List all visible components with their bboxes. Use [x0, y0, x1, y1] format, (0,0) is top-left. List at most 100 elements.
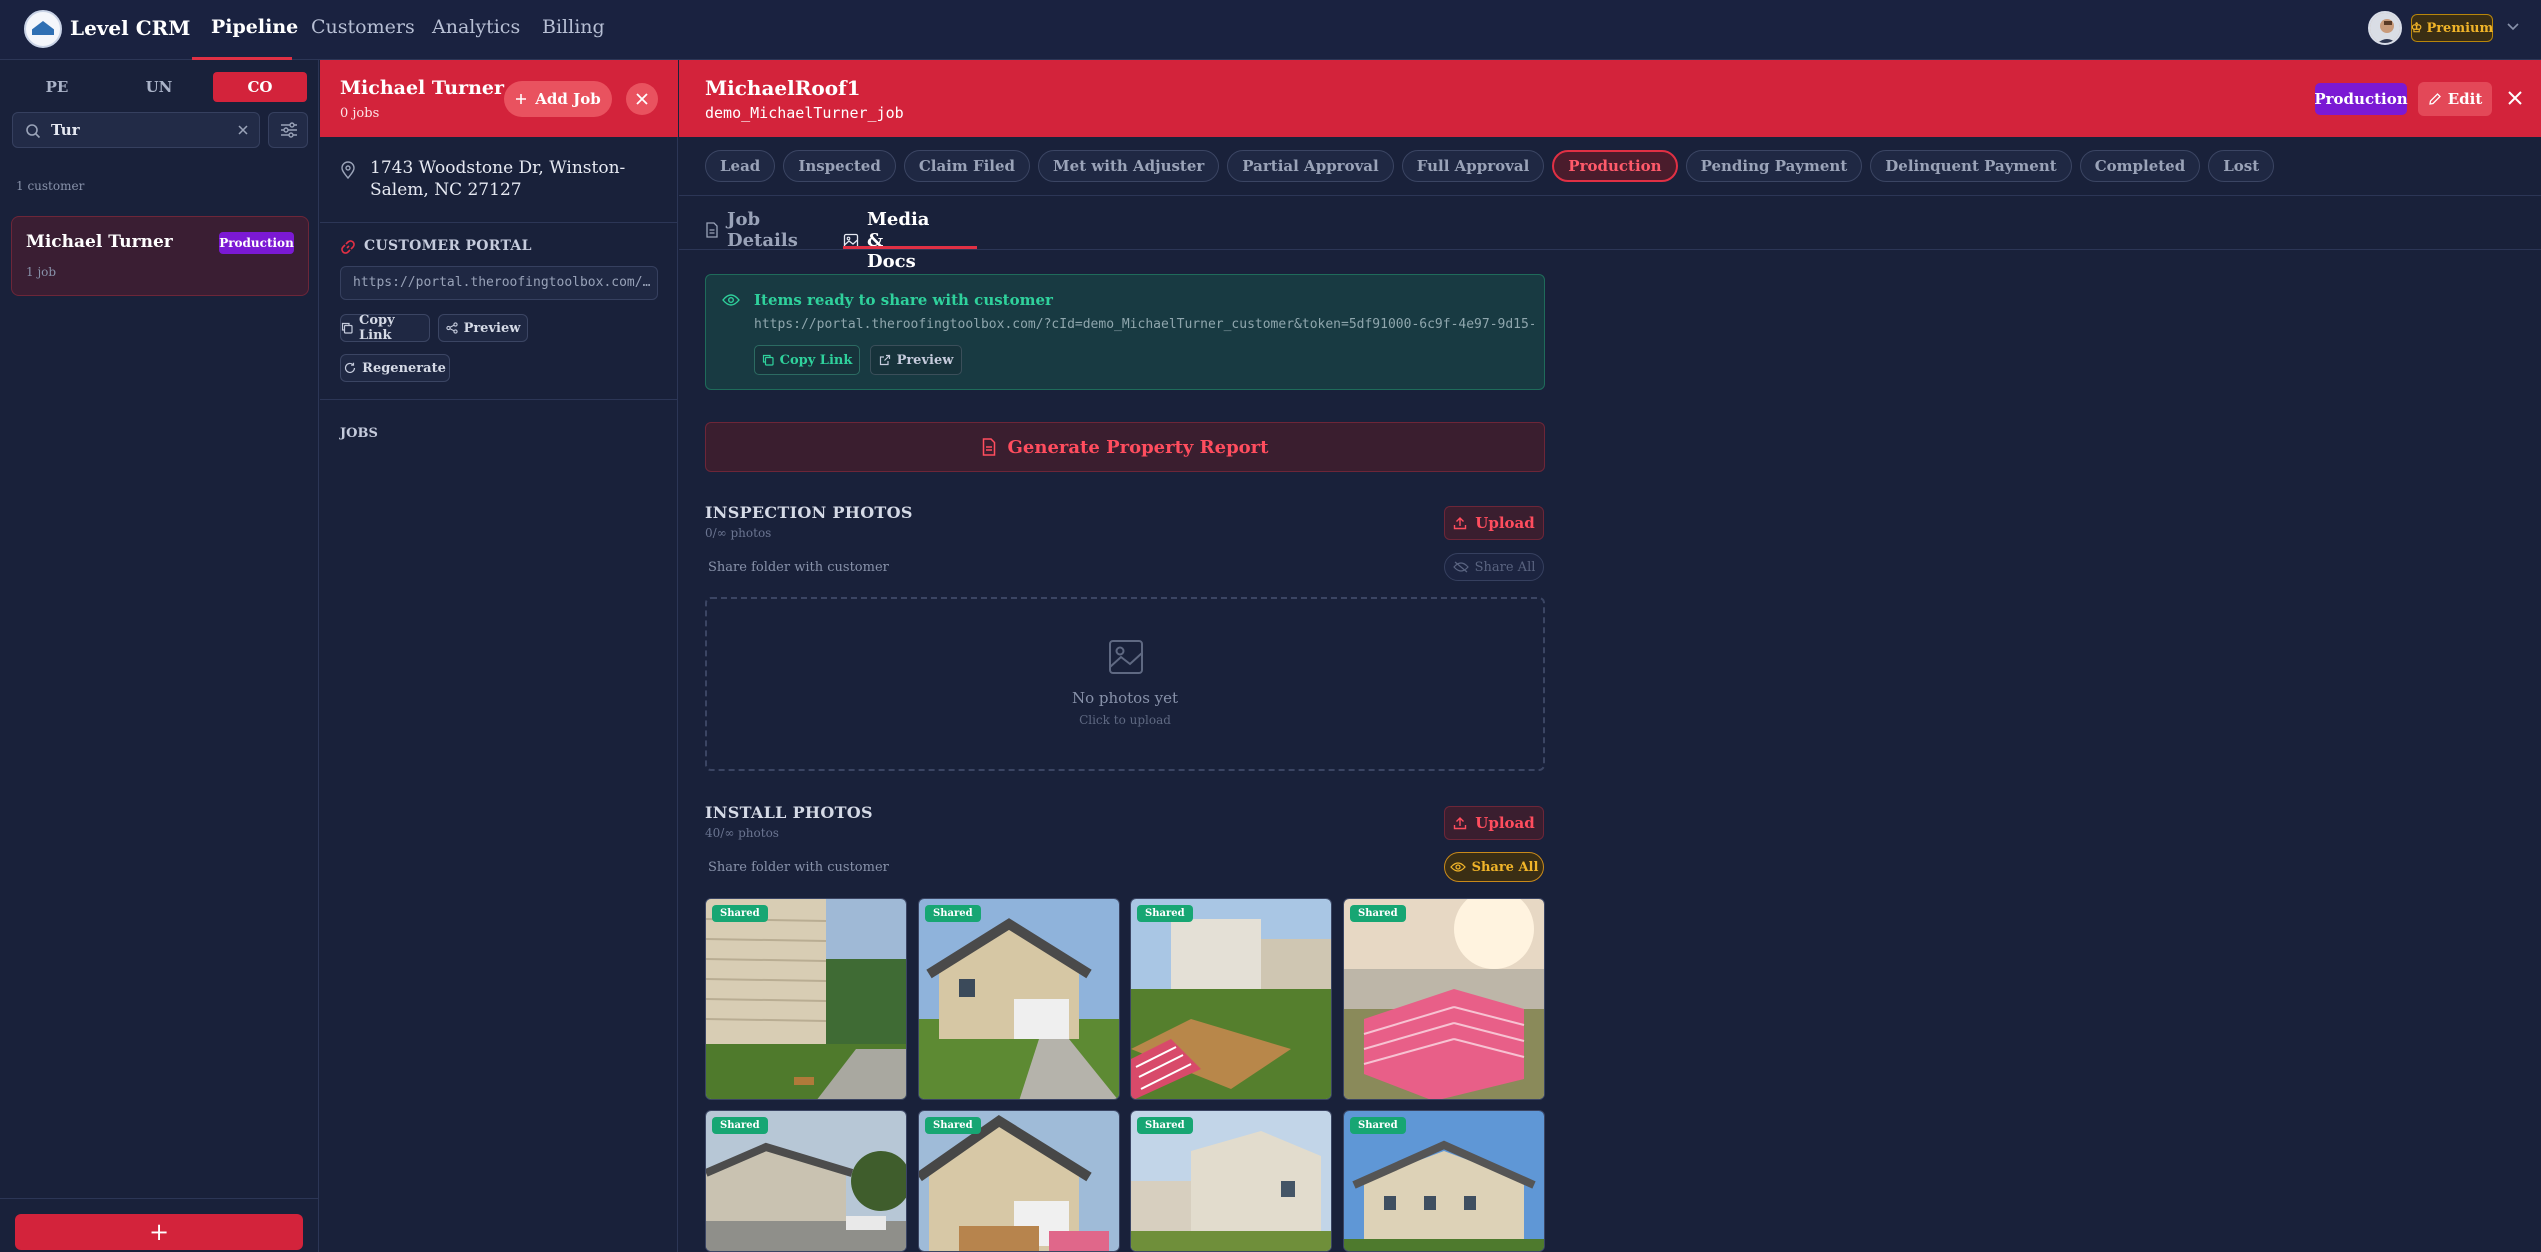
shared-badge: Shared [925, 905, 981, 922]
dropzone-title: No photos yet [1071, 689, 1179, 707]
status-badge: Production [219, 232, 294, 254]
install-photo[interactable]: Shared [705, 898, 907, 1100]
nav-customers[interactable]: Customers [311, 16, 415, 38]
install-photo[interactable]: Shared [705, 1110, 907, 1252]
install-photo[interactable]: Shared [1343, 1110, 1545, 1252]
regenerate-link-button[interactable]: Regenerate [340, 354, 450, 382]
customer-panel-header: Michael Turner 0 jobs Add Job [320, 60, 678, 137]
add-job-button[interactable]: Add Job [504, 81, 612, 117]
inspection-upload-button[interactable]: Upload [1444, 506, 1544, 540]
install-photo-count: 40/∞ photos [705, 826, 779, 840]
nav-pipeline[interactable]: Pipeline [211, 16, 298, 38]
shared-badge: Shared [925, 1117, 981, 1134]
premium-badge[interactable]: ♔ Premium [2411, 14, 2493, 42]
customer-sidebar: PE UN CO Tur 1 customer Michael Turner P… [0, 60, 319, 1252]
shared-badge: Shared [712, 1117, 768, 1134]
user-avatar[interactable] [2368, 11, 2402, 45]
stage-claim-filed[interactable]: Claim Filed [903, 150, 1031, 182]
stage-production[interactable]: Production [1552, 150, 1678, 182]
inspection-share-folder-label: Share folder with customer [708, 560, 889, 575]
plus-icon [515, 93, 527, 105]
close-job-button[interactable] [2505, 88, 2525, 108]
install-photo[interactable]: Shared [1130, 1110, 1332, 1252]
stage-partial-approval[interactable]: Partial Approval [1227, 150, 1394, 182]
job-panel: MichaelRoof1 demo_MichaelTurner_job Prod… [679, 60, 2541, 1252]
copy-icon [341, 322, 353, 334]
share-copy-link-button[interactable]: Copy Link [754, 345, 860, 375]
tab-media-docs[interactable]: Media & Docs [843, 209, 929, 272]
add-customer-button[interactable]: + [15, 1214, 303, 1250]
portal-url-field[interactable]: https://portal.theroofingtoolbox.com/… [340, 266, 658, 300]
file-icon [982, 438, 996, 456]
customer-panel: Michael Turner 0 jobs Add Job 1743 Woods… [320, 60, 678, 1252]
close-customer-button[interactable] [626, 83, 658, 115]
share-preview-button[interactable]: Preview [870, 345, 962, 375]
edit-job-button[interactable]: Edit [2418, 82, 2492, 116]
photo-thumbnail [919, 899, 1119, 1099]
customer-search-input[interactable]: Tur [12, 112, 260, 148]
nav-billing[interactable]: Billing [542, 16, 605, 38]
install-upload-button[interactable]: Upload [1444, 806, 1544, 840]
crown-icon: ♔ [2410, 20, 2423, 36]
filter-button[interactable] [268, 112, 308, 148]
install-photo[interactable]: Shared [918, 1110, 1120, 1252]
stage-lost[interactable]: Lost [2208, 150, 2275, 182]
segment-un[interactable]: UN [112, 72, 206, 102]
app-logo[interactable] [24, 10, 62, 48]
dropzone-subtitle: Click to upload [1079, 713, 1171, 727]
share-icon [445, 322, 458, 334]
install-share-folder-label: Share folder with customer [708, 860, 889, 875]
copy-link-button[interactable]: Copy Link [340, 313, 430, 343]
customer-jobs-count: 1 job [26, 265, 57, 279]
link-icon [340, 239, 356, 255]
upload-icon [1453, 516, 1467, 530]
stage-selector: Lead Inspected Claim Filed Met with Adju… [705, 150, 2275, 182]
clear-search-icon[interactable] [237, 124, 249, 136]
eye-off-icon [1452, 561, 1469, 573]
inspection-share-all-button[interactable]: Share All [1444, 553, 1544, 581]
customer-card[interactable]: Michael Turner Production 1 job [11, 216, 309, 296]
inspection-photo-count: 0/∞ photos [705, 526, 772, 540]
tab-job-details[interactable]: Job Details [705, 209, 798, 251]
chevron-down-icon[interactable] [2506, 20, 2520, 34]
share-url[interactable]: https://portal.theroofingtoolbox.com/?cI… [754, 317, 1534, 332]
inspection-dropzone[interactable]: No photos yet Click to upload [705, 597, 1545, 771]
generate-report-button[interactable]: Generate Property Report [705, 422, 1545, 472]
shared-badge: Shared [1137, 905, 1193, 922]
job-status-badge[interactable]: Production [2314, 83, 2408, 115]
customer-count: 1 customer [16, 179, 85, 193]
install-photo[interactable]: Shared [918, 898, 1120, 1100]
segment-co[interactable]: CO [213, 72, 307, 102]
install-share-all-button[interactable]: Share All [1444, 852, 1544, 882]
stage-lead[interactable]: Lead [705, 150, 776, 182]
copy-icon [762, 354, 774, 366]
customer-address: 1743 Woodstone Dr, Winston-Salem, NC 271… [370, 158, 626, 200]
stage-pending-payment[interactable]: Pending Payment [1685, 150, 1863, 182]
install-photo[interactable]: Shared [1130, 898, 1332, 1100]
photo-thumbnail [1131, 899, 1331, 1099]
stage-full-approval[interactable]: Full Approval [1401, 150, 1545, 182]
preview-portal-button[interactable]: Preview [438, 314, 528, 342]
sliders-icon [280, 122, 298, 138]
stage-delinquent-payment[interactable]: Delinquent Payment [1870, 150, 2072, 182]
eye-icon [1449, 861, 1466, 873]
job-header: MichaelRoof1 demo_MichaelTurner_job Prod… [679, 60, 2541, 137]
stage-completed[interactable]: Completed [2079, 150, 2201, 182]
close-icon [636, 93, 648, 105]
install-photo[interactable]: Shared [1343, 898, 1545, 1100]
pencil-icon [2428, 92, 2442, 106]
search-icon [25, 123, 41, 139]
image-placeholder-icon [1108, 639, 1144, 675]
upload-icon [1453, 816, 1467, 830]
shared-badge: Shared [1350, 1117, 1406, 1134]
map-pin-icon [340, 161, 356, 179]
segment-pe[interactable]: PE [10, 72, 104, 102]
inspection-photos-title: INSPECTION PHOTOS [705, 503, 913, 522]
job-title: MichaelRoof1 [705, 76, 861, 100]
stage-inspected[interactable]: Inspected [783, 150, 896, 182]
close-icon [2508, 91, 2522, 105]
stage-met-with-adjuster[interactable]: Met with Adjuster [1038, 150, 1220, 182]
shared-badge: Shared [1350, 905, 1406, 922]
share-ready-title: Items ready to share with customer [754, 291, 1053, 309]
nav-analytics[interactable]: Analytics [432, 16, 520, 38]
